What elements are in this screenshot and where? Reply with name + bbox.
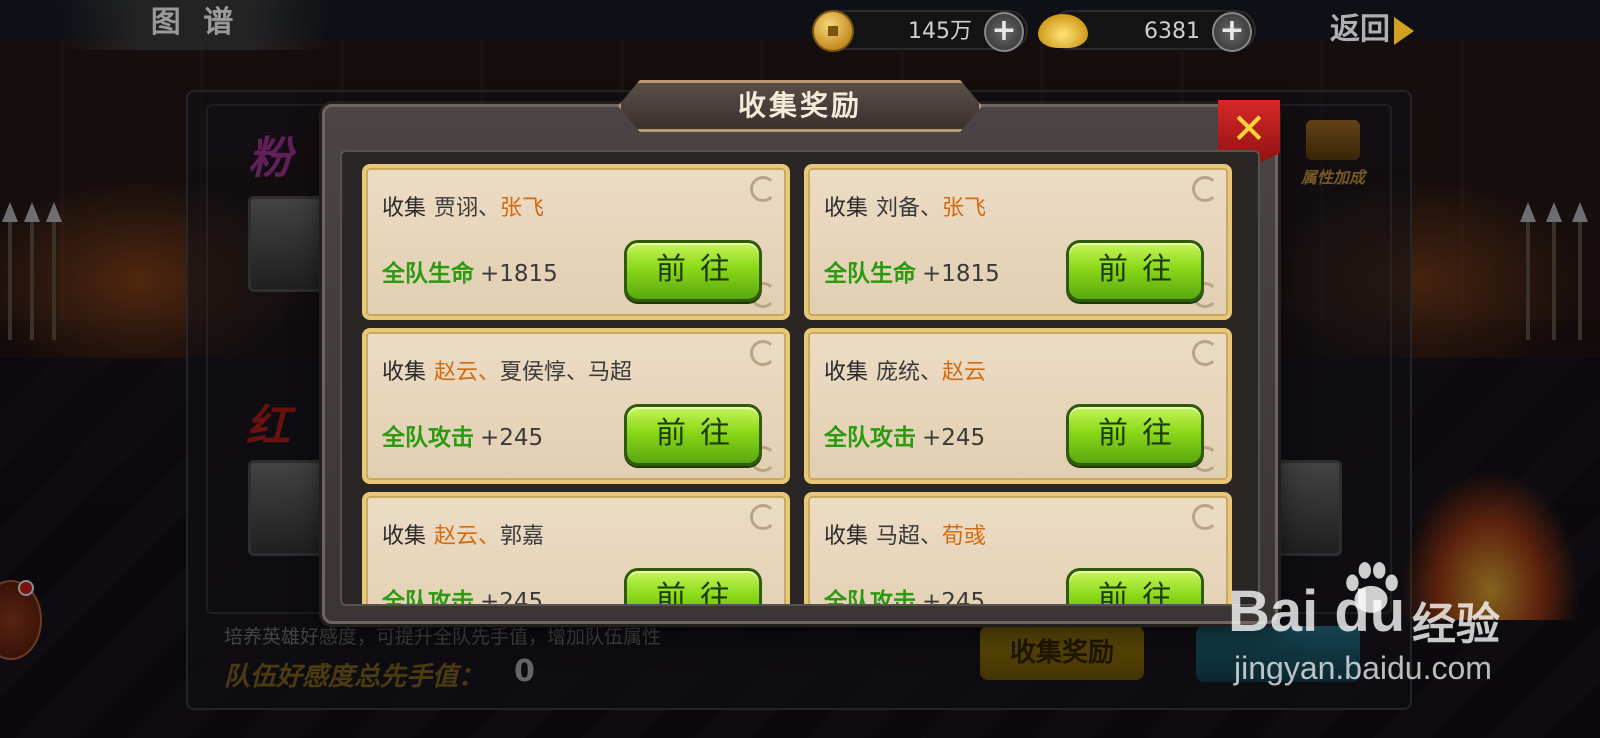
reward-bonus: 全队攻击 +245 [382,418,543,452]
goto-button[interactable]: 前往 [1066,240,1204,302]
bonus-label: 全队攻击 [382,589,474,606]
back-label: 返回 [1330,12,1390,47]
goto-button[interactable]: 前往 [624,404,762,466]
hero-names-highlight: 赵云 [942,360,987,385]
reward-card: 收集 贾诩、张飞 全队生命 +1815 前往 [362,164,790,320]
add-gold-button[interactable]: + [1212,12,1252,52]
goto-button[interactable]: 前往 [624,240,762,302]
close-icon: ✕ [1231,104,1267,153]
goto-button[interactable]: 前往 [1066,404,1204,466]
collect-word: 收集 [824,196,869,221]
bonus-label: 全队生命 [382,261,474,287]
goto-button[interactable]: 前往 [1066,568,1204,604]
baidu-jingyan-watermark: Bai du 经验 jingyan.baidu.com [1228,558,1528,708]
hero-names-highlight: 赵云、 [434,524,501,549]
hero-names: 贾诩、 [434,196,501,221]
corner-swirl-icon [1192,340,1218,366]
corner-swirl-icon [1192,504,1218,530]
collect-word: 收集 [382,360,427,385]
gold-counter: 6381 + [1038,10,1256,52]
reward-card: 收集 赵云、夏侯惇、马超 全队攻击 +245 前往 [362,328,790,484]
back-button[interactable]: 返回 [1330,4,1414,47]
bonus-value: +245 [922,425,986,451]
reward-card: 收集 刘备、张飞 全队生命 +1815 前往 [804,164,1232,320]
page-title: 图 谱 [60,0,330,50]
bonus-value: +1815 [480,261,558,287]
add-coins-button[interactable]: + [984,12,1024,52]
arrow-right-icon [1394,16,1414,45]
collect-requirement: 收集 贾诩、张飞 [382,190,544,222]
reward-card: 收集 庞统、赵云 全队攻击 +245 前往 [804,328,1232,484]
collect-word: 收集 [382,196,427,221]
collect-requirement: 收集 刘备、张飞 [824,190,986,222]
gold-value: 6381 [1144,19,1200,44]
coin-icon [812,10,854,52]
corner-swirl-icon [750,504,776,530]
collect-word: 收集 [824,360,869,385]
bonus-value: +245 [480,425,544,451]
hero-names: 刘备、 [876,196,943,221]
collect-requirement: 收集 赵云、夏侯惇、马超 [382,354,632,386]
bonus-label: 全队生命 [824,261,916,287]
reward-list[interactable]: 收集 贾诩、张飞 全队生命 +1815 前往 收集 刘备、张飞 全队生命 +1815 前… [340,150,1260,606]
watermark-url: jingyan.baidu.com [1234,650,1492,686]
paw-icon [1346,562,1398,613]
reward-card: 收集 马超、荀彧 全队攻击 +245 前往 [804,492,1232,606]
reward-bonus: 全队生命 +1815 [824,254,1000,288]
coin-value: 145万 [908,19,972,44]
coin-counter: 145万 + [812,10,1028,52]
bonus-label: 全队攻击 [824,425,916,451]
modal-title: 收集奖励 [618,80,982,132]
reward-card: 收集 赵云、郭嘉 全队攻击 +245 前往 [362,492,790,606]
collect-word: 收集 [382,524,427,549]
collect-word: 收集 [824,524,869,549]
gold-ingot-icon [1038,14,1088,48]
bonus-value: +245 [922,589,986,606]
hero-names-highlight: 荀彧 [942,524,987,549]
watermark-product: 经验 [1412,599,1500,650]
bonus-value: +1815 [922,261,1000,287]
hero-names: 夏侯惇、马超 [500,360,633,385]
collect-requirement: 收集 庞统、赵云 [824,354,986,386]
reward-bonus: 全队生命 +1815 [382,254,558,288]
reward-bonus: 全队攻击 +245 [382,582,544,606]
bonus-label: 全队攻击 [824,589,916,606]
hero-names-highlight: 赵云、 [434,360,501,385]
collect-requirement: 收集 马超、荀彧 [824,518,986,550]
hero-names-highlight: 张飞 [942,196,987,221]
corner-swirl-icon [750,176,776,202]
corner-swirl-icon [1192,176,1218,202]
hero-names-highlight: 张飞 [500,196,545,221]
hero-names: 庞统、 [876,360,943,385]
reward-bonus: 全队攻击 +245 [824,418,985,452]
goto-button[interactable]: 前往 [624,568,762,604]
collect-requirement: 收集 赵云、郭嘉 [382,518,544,550]
corner-swirl-icon [750,340,776,366]
bonus-label: 全队攻击 [382,425,474,451]
reward-bonus: 全队攻击 +245 [824,582,986,606]
hero-names: 郭嘉 [500,524,545,549]
bonus-value: +245 [480,589,544,606]
hero-names: 马超、 [876,524,943,549]
